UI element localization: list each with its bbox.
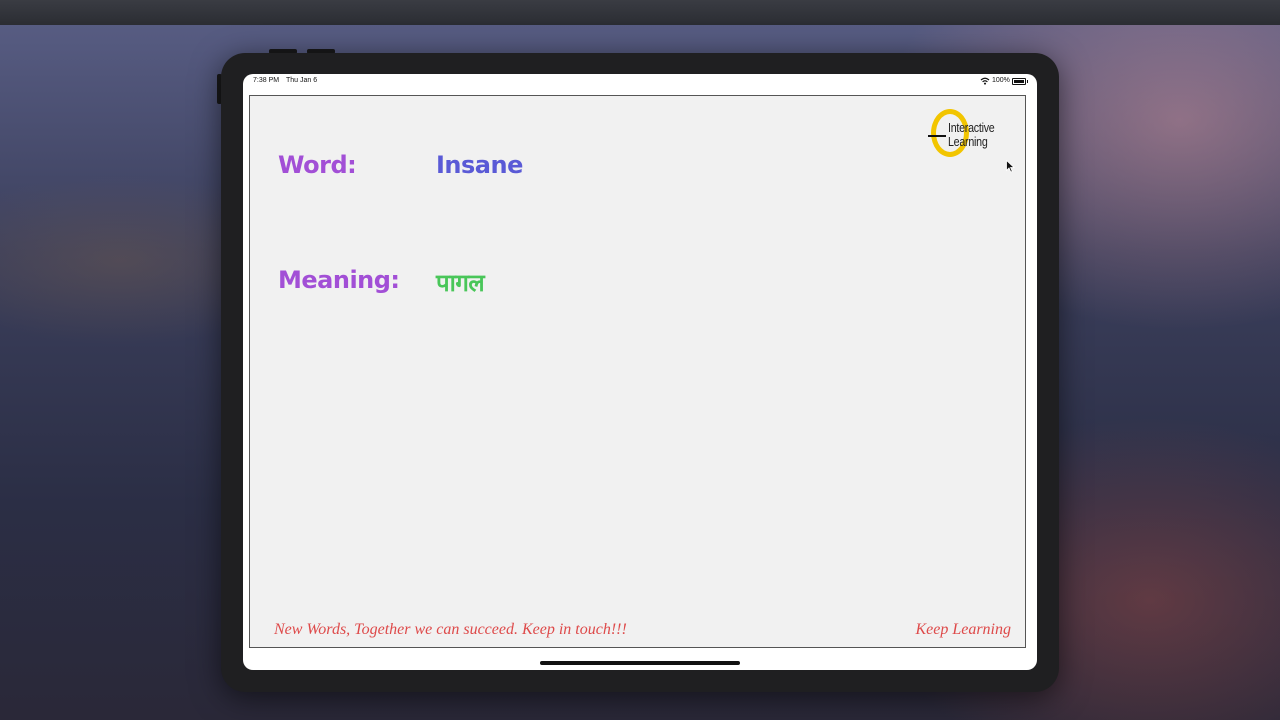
home-indicator[interactable] [540, 661, 740, 665]
word-label: Word: [278, 151, 357, 179]
flashcard: Word: Insane Meaning: पागल Interactive L… [249, 95, 1026, 648]
ipad-screen[interactable]: 7:38 PM Thu Jan 6 100% Word: Insane Mean… [243, 74, 1037, 670]
status-date: Thu Jan 6 [286, 77, 318, 84]
meaning-label: Meaning: [278, 266, 400, 294]
status-time: 7:38 PM [253, 77, 280, 84]
logo-text-line2: Learning [948, 134, 988, 149]
battery-icon [1012, 78, 1028, 85]
logo-text-line1: Interactive [948, 120, 995, 135]
mouse-cursor-icon [1006, 160, 1015, 173]
footer-message: New Words, Together we can succeed. Keep… [274, 621, 627, 638]
word-value: Insane [436, 151, 523, 179]
footer-tagline: Keep Learning [915, 621, 1011, 638]
interactive-learning-logo: Interactive Learning [928, 106, 1010, 168]
wifi-icon [980, 77, 990, 85]
battery-percentage: 100% [992, 77, 1010, 84]
menu-bar [0, 0, 1280, 25]
meaning-value: पागल [436, 269, 485, 297]
